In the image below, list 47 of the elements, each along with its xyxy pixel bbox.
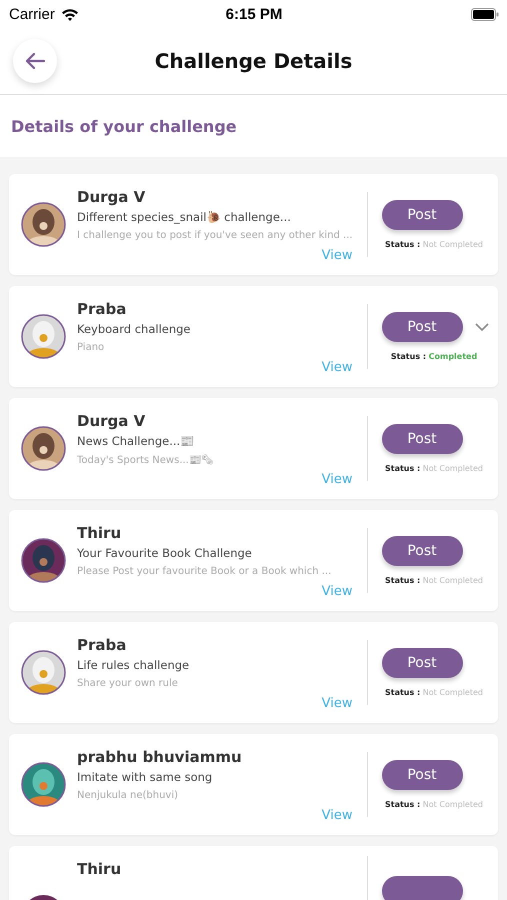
post-button[interactable] — [382, 876, 462, 900]
post-button[interactable]: Post — [382, 200, 462, 230]
status-value: Not Completed — [422, 464, 483, 473]
challenge-title: Life rules challenge — [77, 658, 190, 672]
chevron-down-icon[interactable] — [474, 323, 488, 331]
section-title: Details of your challenge — [11, 116, 237, 136]
status-label: Status : — [385, 688, 420, 697]
challenge-title: Different species_snail🐌 challenge... — [77, 210, 292, 224]
post-button[interactable]: Post — [382, 648, 462, 678]
post-button[interactable]: Post — [382, 312, 462, 342]
challenge-description: Today's Sports News...📰🗞 — [77, 454, 215, 466]
user-name: Praba — [77, 300, 128, 318]
status-label: Status : — [385, 800, 420, 809]
status-label: Status : — [385, 464, 420, 473]
challenge-title: Your Favourite Book Challenge — [77, 546, 253, 560]
back-arrow-icon — [24, 52, 46, 70]
post-button[interactable]: Post — [382, 760, 462, 790]
challenge-description: I challenge you to post if you've seen any other kind ... — [77, 230, 354, 241]
challenge-description: Piano — [77, 342, 106, 353]
challenge-title: News Challenge...📰 — [77, 434, 196, 448]
post-button[interactable]: Post — [382, 536, 462, 566]
status-label: Status : — [385, 240, 420, 249]
post-button[interactable]: Post — [382, 424, 462, 454]
user-name: Thiru — [77, 524, 122, 542]
back-button[interactable] — [13, 39, 57, 83]
status-label: Status : — [385, 576, 420, 585]
status-value: Not Completed — [422, 576, 483, 585]
challenge-title: Keyboard challenge — [77, 322, 192, 336]
status-value: Not Completed — [422, 240, 483, 249]
challenge-description: Please Post your favourite Book or a Book which ... — [77, 566, 332, 577]
carrier-name: Carrier — [9, 6, 55, 22]
status-value: Not Completed — [422, 800, 483, 809]
user-name: Praba — [77, 636, 128, 654]
challenge-description: Nenjukula ne(bhuvi) — [77, 790, 180, 801]
status-label: Status : — [390, 352, 426, 361]
user-name: Thiru — [77, 860, 122, 878]
status-value: Not Completed — [422, 688, 483, 697]
battery-icon — [470, 8, 499, 20]
status-value: Completed — [428, 352, 478, 361]
challenge-description: Share your own rule — [77, 678, 179, 689]
user-name: Durga V — [77, 188, 146, 206]
challenge-title: Imitate with same song — [77, 770, 214, 784]
wifi-icon — [60, 8, 79, 20]
user-name: prabhu bhuviammu — [77, 748, 243, 766]
screen-title: Challenge Details — [154, 49, 352, 73]
clock-time: 6:15 PM — [226, 6, 282, 22]
user-name: Durga V — [77, 412, 146, 430]
